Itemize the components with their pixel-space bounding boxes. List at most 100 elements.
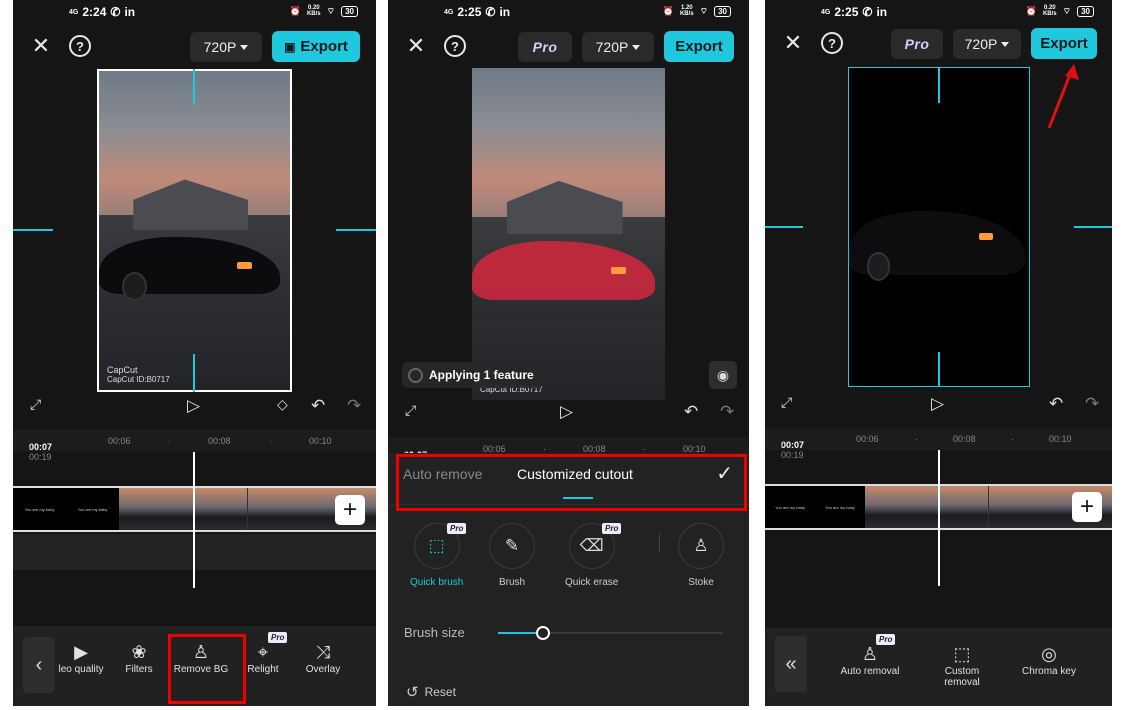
video-preview[interactable] [848, 67, 1030, 387]
redo-icon[interactable]: ↷ [720, 402, 734, 422]
loading-spinner-icon [408, 367, 423, 383]
play-icon[interactable]: ▷ [931, 394, 944, 414]
watermark-brand: CapCut [107, 365, 138, 375]
resolution-dropdown[interactable]: 720P [582, 32, 654, 62]
close-icon[interactable]: ✕ [781, 30, 805, 55]
export-button[interactable]: ▣ Export [272, 31, 360, 62]
add-clip-button[interactable]: + [1072, 492, 1102, 522]
filters-icon: ❀ [131, 642, 147, 662]
auto-removal-icon: ♙ [861, 644, 879, 664]
playhead[interactable] [193, 452, 195, 588]
more-icon: ⋮ [370, 640, 376, 664]
resolution-dropdown[interactable]: 720P [190, 32, 262, 62]
tick-label: 00:08 [208, 436, 231, 446]
playhead[interactable] [938, 450, 940, 586]
clip-text: You are my baby [24, 506, 55, 512]
close-icon[interactable]: ✕ [404, 33, 428, 58]
tool-video-quality[interactable]: ▶︎ leo quality [55, 640, 107, 675]
preview-wheel [867, 252, 891, 282]
export-label: Export [1040, 35, 1088, 52]
undo-icon[interactable]: ↶ [1049, 394, 1063, 414]
screen-customized-cutout: 4G 2:25 ✆ in ⏰ 1.20 KB/s ⌔ 30 ✕ ? Pro 720… [388, 0, 749, 706]
tick-dot: · [915, 434, 918, 444]
tick-dot: · [1011, 434, 1014, 444]
video-preview[interactable]: CapCut CapCut ID:B0717 [97, 69, 292, 392]
battery-icon: 30 [341, 5, 358, 17]
highlight-cutout-tabs [396, 454, 747, 511]
add-clip-button[interactable]: + [335, 495, 365, 525]
tool-relight[interactable]: ⌖ Relight [245, 640, 281, 675]
pro-button[interactable]: Pro [891, 29, 943, 59]
help-icon[interactable]: ? [69, 35, 91, 57]
reset-button[interactable]: ↺ Reset [406, 683, 456, 701]
export-button[interactable]: Export [664, 31, 734, 62]
tool-overlay[interactable]: ⤨ Overlay [303, 640, 343, 675]
clip-text: You are my baby [825, 504, 855, 510]
fullscreen-icon[interactable]: ⤢ [781, 394, 792, 411]
preview-headlight [978, 233, 993, 240]
clip-text: You are my baby [77, 506, 108, 512]
undo-icon[interactable]: ↶ [684, 402, 698, 422]
tool-filters[interactable]: ❀ Filters [121, 640, 157, 675]
redo-icon[interactable]: ↷ [347, 396, 361, 416]
signal-icon: 4G [69, 8, 79, 16]
video-clip[interactable] [119, 488, 247, 530]
video-clip[interactable] [865, 486, 988, 528]
tool-auto-removal[interactable]: ♙ Auto removal [837, 642, 903, 677]
red-arrow-annotation [1047, 64, 1079, 129]
brush-icon: ✎ [489, 523, 535, 569]
keyframe-icon[interactable]: ◇ [277, 396, 288, 413]
tool-more[interactable]: ⋮ B [369, 640, 376, 675]
brush-size-slider[interactable] [498, 626, 723, 640]
resolution-dropdown[interactable]: 720P [953, 29, 1021, 59]
tool-label: leo quality [58, 664, 104, 675]
tick-dot: · [168, 436, 171, 446]
caret-down-icon [632, 44, 641, 50]
help-icon[interactable]: ? [444, 35, 466, 57]
video-preview[interactable]: CapCut ID:B0717 [472, 68, 665, 400]
clock-time: 2:25 [457, 5, 482, 19]
tool-custom-removal[interactable]: ⬚ Custom removal [931, 642, 993, 688]
export-button[interactable]: Export [1031, 28, 1097, 59]
close-icon[interactable]: ✕ [29, 33, 53, 58]
double-chevron-left-icon[interactable]: « [775, 636, 807, 692]
tool-brush[interactable]: ✎ Brush [489, 523, 535, 588]
play-icon[interactable]: ▷ [560, 402, 573, 422]
battery-icon: 30 [1077, 5, 1094, 17]
redo-icon[interactable]: ↷ [1085, 394, 1099, 414]
alarm-icon: ⏰ [662, 5, 674, 16]
signal-icon: 4G [821, 8, 831, 16]
back-chevron-icon[interactable]: ‹ [23, 637, 55, 693]
tool-label: Quick brush [410, 577, 464, 588]
status-bar: 4G 2:25 ✆ in ⏰ 1.20 KB/s ⌔ 30 [388, 0, 749, 24]
clock-time: 2:24 [82, 5, 107, 19]
tool-chroma-key[interactable]: ◎ Chroma key [1019, 642, 1079, 677]
battery-icon: 30 [714, 5, 731, 17]
whatsapp-icon: ✆ [485, 5, 496, 19]
undo-icon[interactable]: ↶ [311, 396, 325, 416]
alarm-icon: ⏰ [289, 5, 301, 16]
wifi-icon: ⌔ [1062, 5, 1072, 16]
fullscreen-icon[interactable]: ⤢ [405, 402, 416, 419]
signal-icon: 4G [444, 8, 454, 16]
slider-thumb[interactable] [536, 626, 550, 640]
fullscreen-icon[interactable]: ⤢ [30, 396, 41, 413]
caret-down-icon [240, 44, 249, 50]
text-clip[interactable]: You are my baby You are my baby [13, 488, 119, 530]
help-icon[interactable]: ? [821, 32, 843, 54]
eye-icon[interactable]: ◉ [709, 361, 737, 389]
export-label: Export [300, 38, 348, 55]
editor-header: ✕ ? Pro 720P Export [765, 27, 1112, 61]
play-icon[interactable]: ▷ [187, 396, 200, 416]
playback-controls: ⤢ ▷ ↶ ↷ [388, 398, 749, 430]
playback-controls: ⤢ ▷ ↶ ↷ [765, 390, 1112, 422]
pro-button[interactable]: Pro [518, 32, 572, 62]
preview-wheel [121, 271, 147, 301]
export-label: Export [675, 38, 723, 55]
whatsapp-icon: ✆ [110, 5, 121, 19]
video-quality-icon: ▶︎ [74, 642, 88, 662]
tool-stroke[interactable]: ♙ Stoke [678, 523, 724, 588]
tick-label: 00:10 [309, 436, 332, 446]
text-clip[interactable]: You are my baby You are my baby [765, 486, 865, 528]
tool-label: Overlay [305, 664, 341, 675]
